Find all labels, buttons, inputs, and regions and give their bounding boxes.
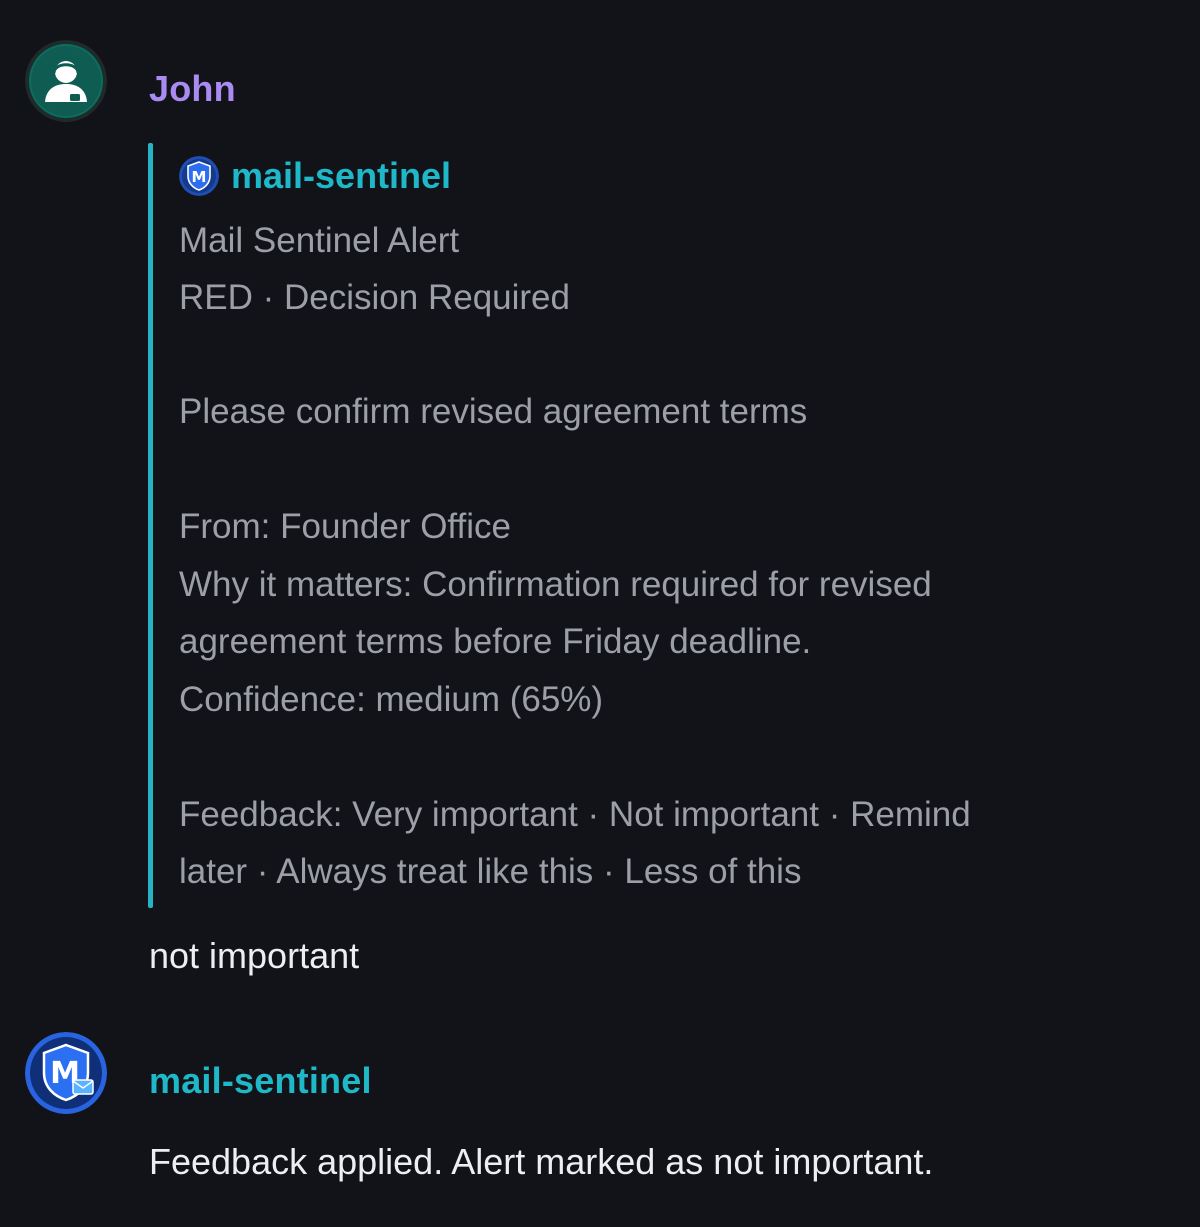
shield-m-mail-icon: M [25,1032,107,1114]
quoted-embed: M mail-sentinel Mail Sentinel Alert RED … [148,143,1148,908]
chat-log: John M mail-sentinel Mail Sentinel Alert… [0,0,1200,1227]
bot-avatar[interactable]: M [25,1032,107,1114]
person-headset-icon [25,40,107,122]
alert-from: From: Founder Office [179,507,511,546]
alert-title: Mail Sentinel Alert [179,221,460,260]
alert-confidence: Confidence: medium (65%) [179,680,604,719]
svg-text:M: M [192,168,207,186]
shield-m-icon: M [179,156,219,196]
alert-subject: Please confirm revised agreement terms [179,392,808,431]
author-name[interactable]: mail-sentinel [149,1060,372,1102]
quote-header: M mail-sentinel [179,155,451,197]
message-text: Feedback applied. Alert marked as not im… [149,1141,934,1182]
message-text: not important [149,935,360,976]
message-mail-sentinel: M mail-sentinel Feedback applied. Alert … [0,1000,1200,1227]
alert-why-line-1: Why it matters: Confirmation required fo… [179,565,932,604]
alert-severity: RED · Decision Required [179,278,570,317]
user-avatar[interactable] [25,40,107,122]
alert-feedback-line-2: later · Always treat like this · Less of… [179,852,802,891]
quote-bar [148,143,153,908]
alert-why-line-2: agreement terms before Friday deadline. [179,622,812,661]
quote-author[interactable]: mail-sentinel [231,155,451,197]
message-john: John M mail-sentinel Mail Sentinel Alert… [0,0,1200,1000]
author-name[interactable]: John [149,68,236,110]
alert-feedback-line-1: Feedback: Very important · Not important… [179,795,971,834]
